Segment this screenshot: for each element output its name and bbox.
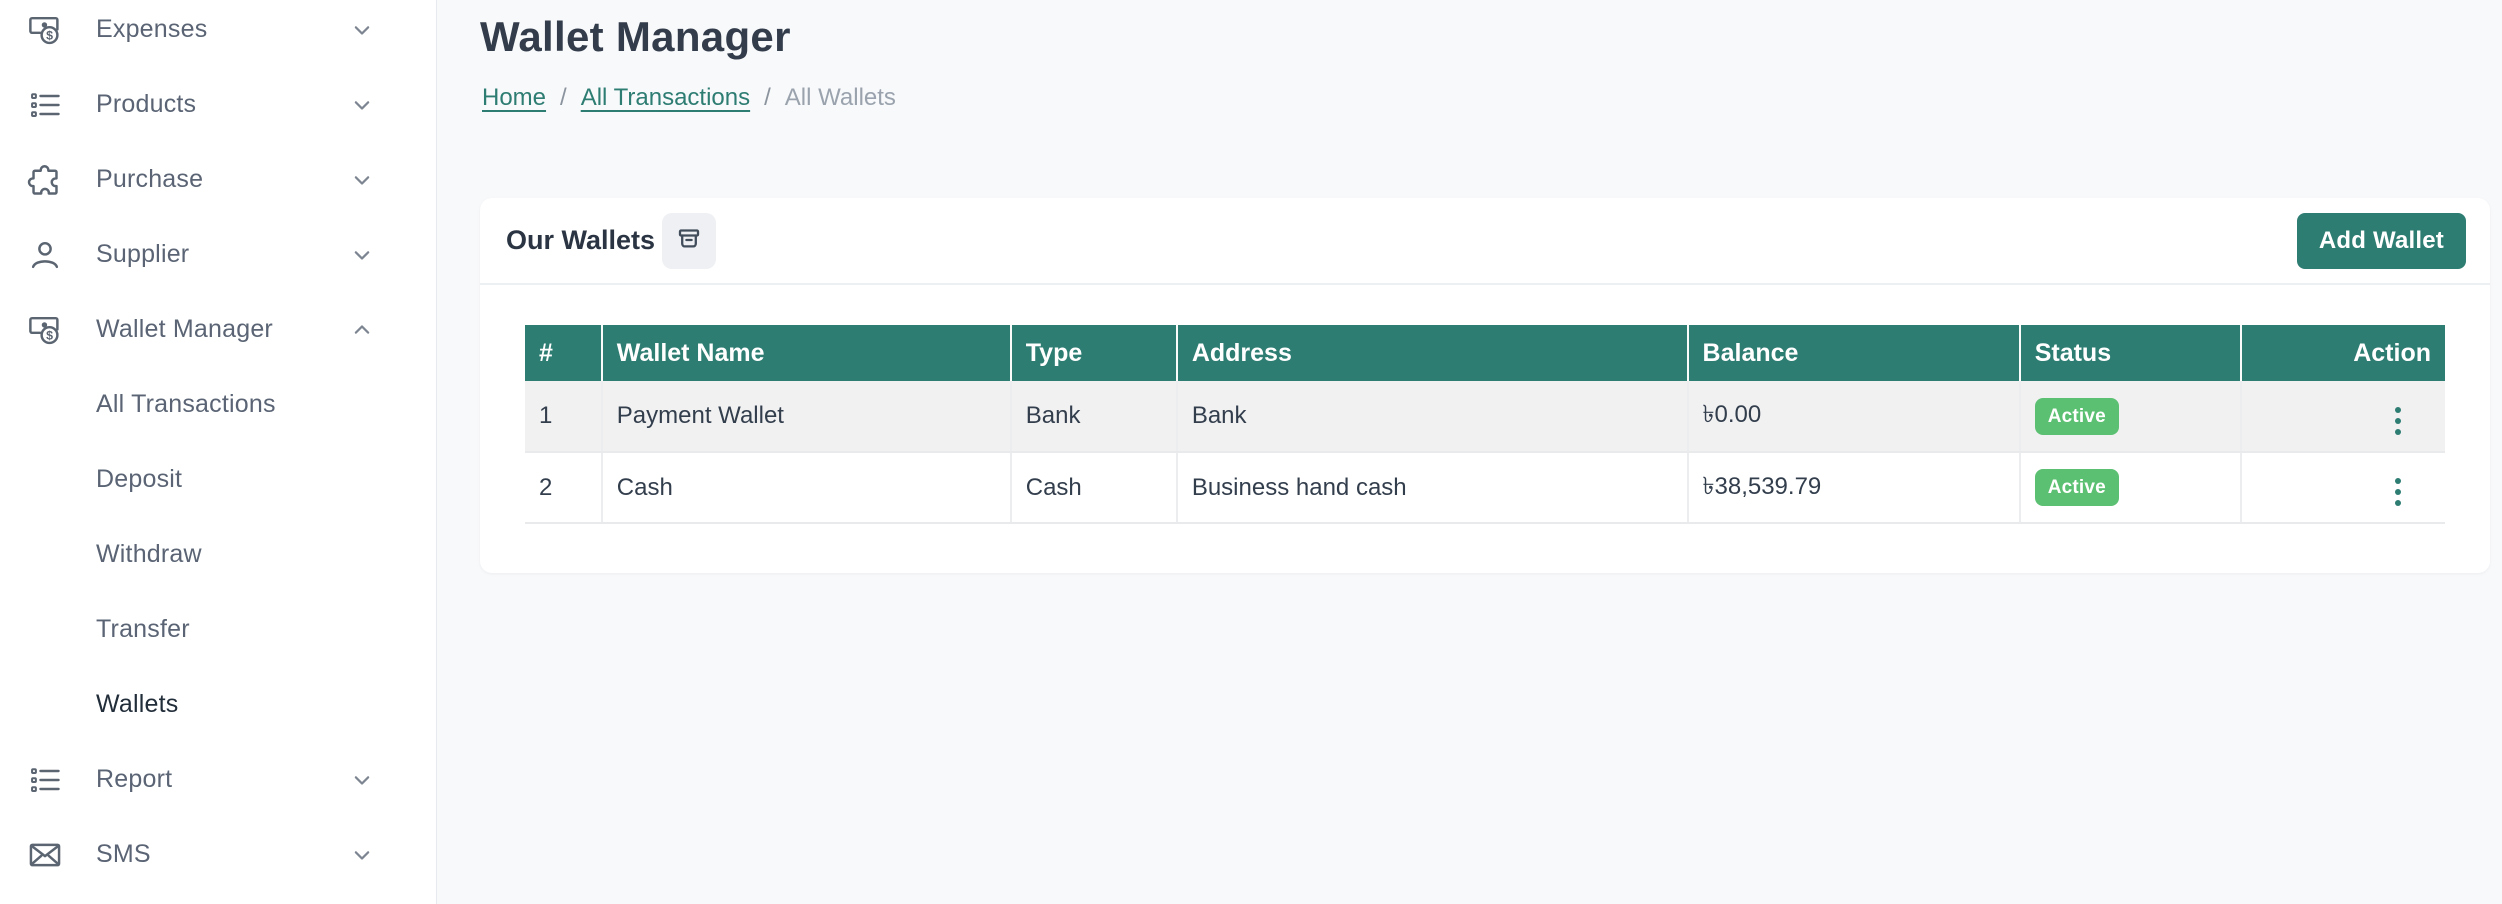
wallets-card: Our Wallets Add Wallet xyxy=(480,198,2490,573)
sidebar-item-label: Supplier xyxy=(96,240,189,269)
sidebar-item-label: Purchase xyxy=(96,165,203,194)
main-content: Wallet Manager Home / All Transactions /… xyxy=(437,0,2502,904)
archive-box-button[interactable] xyxy=(662,213,716,269)
kebab-icon xyxy=(2395,478,2401,484)
envelope-icon xyxy=(27,837,63,873)
cell-balance: ৳38,539.79 xyxy=(1688,452,2020,523)
breadcrumb-all-transactions-link[interactable]: All Transactions xyxy=(581,84,750,112)
breadcrumb-separator: / xyxy=(560,84,567,112)
column-header-type: Type xyxy=(1011,325,1177,381)
column-header-status: Status xyxy=(2020,325,2241,381)
sidebar-subitem-label: Deposit xyxy=(96,465,182,494)
cell-action xyxy=(2241,381,2446,452)
cell-wallet-name: Cash xyxy=(602,452,1011,523)
user-icon xyxy=(27,237,63,273)
sidebar-item-report[interactable]: Report xyxy=(0,742,436,817)
sidebar-item-label: Report xyxy=(96,765,172,794)
table-row: 1 Payment Wallet Bank Bank ৳0.00 Active xyxy=(525,381,2445,452)
sidebar-item-label: SMS xyxy=(96,840,151,869)
sidebar-subitem-withdraw[interactable]: Withdraw xyxy=(0,517,436,592)
chevron-down-icon xyxy=(348,16,376,44)
cell-num: 2 xyxy=(525,452,602,523)
page-title: Wallet Manager xyxy=(480,13,791,61)
cell-type: Cash xyxy=(1011,452,1177,523)
sidebar-item-supplier[interactable]: Supplier xyxy=(0,217,436,292)
chevron-down-icon xyxy=(348,241,376,269)
svg-text:$: $ xyxy=(46,328,53,342)
column-header-wallet-name: Wallet Name xyxy=(602,325,1011,381)
sidebar-nav: $ Expenses Products xyxy=(0,0,436,892)
cell-status: Active xyxy=(2020,452,2241,523)
wallets-table: # Wallet Name Type Address Balance Statu… xyxy=(525,325,2445,524)
breadcrumb-home-link[interactable]: Home xyxy=(482,84,546,112)
chevron-up-icon xyxy=(348,316,376,344)
chevron-down-icon xyxy=(348,91,376,119)
sidebar-subitem-transfer[interactable]: Transfer xyxy=(0,592,436,667)
cell-status: Active xyxy=(2020,381,2241,452)
sidebar-subitem-label: Transfer xyxy=(96,615,190,644)
status-badge: Active xyxy=(2035,469,2119,506)
add-wallet-button[interactable]: Add Wallet xyxy=(2297,213,2466,269)
money-icon: $ xyxy=(27,12,63,48)
card-title: Our Wallets xyxy=(506,225,655,256)
row-action-menu-button[interactable] xyxy=(2387,401,2409,441)
breadcrumb: Home / All Transactions / All Wallets xyxy=(482,84,896,112)
kebab-icon xyxy=(2395,407,2401,413)
column-header-action: Action xyxy=(2241,325,2446,381)
status-badge: Active xyxy=(2035,398,2119,435)
cell-address: Business hand cash xyxy=(1177,452,1688,523)
sidebar-item-label: Expenses xyxy=(96,15,207,44)
list-icon xyxy=(27,87,63,123)
puzzle-icon xyxy=(27,162,63,198)
table-row: 2 Cash Cash Business hand cash ৳38,539.7… xyxy=(525,452,2445,523)
chevron-down-icon xyxy=(348,841,376,869)
cell-action xyxy=(2241,452,2446,523)
chevron-down-icon xyxy=(348,766,376,794)
table-header-row: # Wallet Name Type Address Balance Statu… xyxy=(525,325,2445,381)
chevron-down-icon xyxy=(348,166,376,194)
list-icon xyxy=(27,762,63,798)
sidebar-subitem-deposit[interactable]: Deposit xyxy=(0,442,436,517)
sidebar-item-expenses[interactable]: $ Expenses xyxy=(0,0,436,67)
sidebar-item-label: Wallet Manager xyxy=(96,315,273,344)
breadcrumb-separator: / xyxy=(764,84,771,112)
breadcrumb-current: All Wallets xyxy=(785,84,896,112)
archive-box-icon xyxy=(673,223,705,258)
cell-balance: ৳0.00 xyxy=(1688,381,2020,452)
sidebar-subitem-label: All Transactions xyxy=(96,390,276,419)
sidebar-item-label: Products xyxy=(96,90,196,119)
sidebar: $ Expenses Products xyxy=(0,0,437,904)
money-icon: $ xyxy=(27,312,63,348)
sidebar-item-wallet-manager[interactable]: $ Wallet Manager xyxy=(0,292,436,367)
sidebar-subitem-wallets[interactable]: Wallets xyxy=(0,667,436,742)
cell-num: 1 xyxy=(525,381,602,452)
column-header-address: Address xyxy=(1177,325,1688,381)
sidebar-subitem-label: Wallets xyxy=(96,690,178,719)
sidebar-item-purchase[interactable]: Purchase xyxy=(0,142,436,217)
column-header-balance: Balance xyxy=(1688,325,2020,381)
svg-text:$: $ xyxy=(46,28,53,42)
cell-wallet-name: Payment Wallet xyxy=(602,381,1011,452)
column-header-num: # xyxy=(525,325,602,381)
sidebar-subitem-all-transactions[interactable]: All Transactions xyxy=(0,367,436,442)
cell-address: Bank xyxy=(1177,381,1688,452)
row-action-menu-button[interactable] xyxy=(2387,472,2409,512)
cell-type: Bank xyxy=(1011,381,1177,452)
card-header: Our Wallets Add Wallet xyxy=(480,198,2490,285)
sidebar-item-sms[interactable]: SMS xyxy=(0,817,436,892)
sidebar-item-products[interactable]: Products xyxy=(0,67,436,142)
wallets-table-wrap: # Wallet Name Type Address Balance Statu… xyxy=(480,285,2490,524)
sidebar-subitem-label: Withdraw xyxy=(96,540,202,569)
